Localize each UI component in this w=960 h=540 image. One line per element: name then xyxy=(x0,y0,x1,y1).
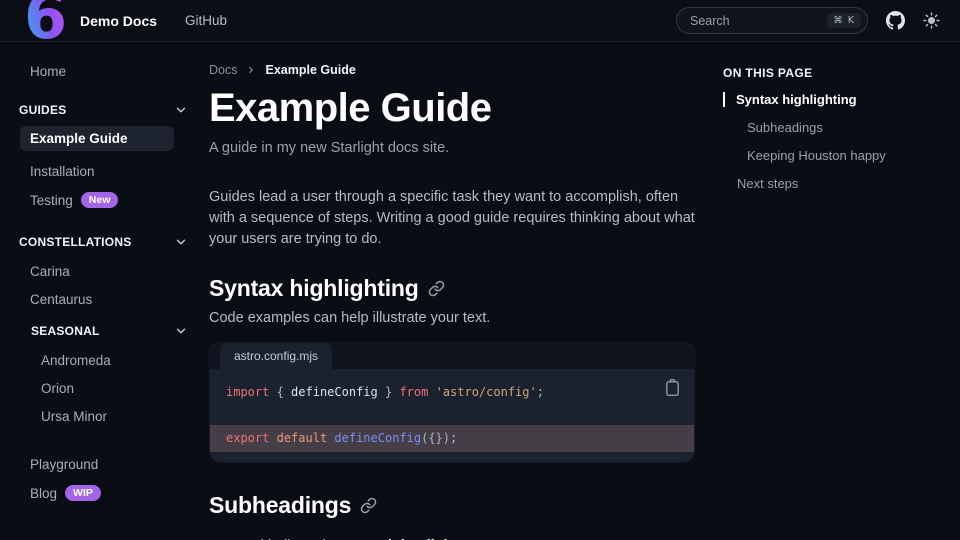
anchor-link-icon[interactable] xyxy=(360,497,377,514)
breadcrumb-docs-link[interactable]: Docs xyxy=(209,63,237,77)
sidebar-group-guides[interactable]: GUIDES xyxy=(19,103,188,117)
subheadings-heading: Subheadings xyxy=(209,492,351,519)
github-icon[interactable] xyxy=(886,11,905,30)
code-token xyxy=(428,385,435,399)
intro-paragraph: Guides lead a user through a specific ta… xyxy=(209,187,695,250)
breadcrumb-current: Example Guide xyxy=(265,63,355,77)
clipboard-icon xyxy=(664,378,681,397)
sidebar-group-constellations-label: CONSTELLATIONS xyxy=(19,235,131,249)
sidebar-group-guides-label: GUIDES xyxy=(19,103,66,117)
sidebar-item-testing-label: Testing xyxy=(30,193,73,208)
code-token: defineConfig xyxy=(334,431,421,445)
page-title: Example Guide xyxy=(209,86,695,131)
syntax-section-body: Code examples can help illustrate your t… xyxy=(209,310,695,326)
sidebar-item-example-guide[interactable]: Example Guide xyxy=(20,126,174,151)
sidebar-item-blog-label: Blog xyxy=(30,486,57,501)
toc-item-next-steps[interactable]: Next steps xyxy=(723,176,953,191)
main-content: Docs Example Guide Example Guide A guide… xyxy=(209,42,695,540)
code-panel: import { defineConfig } from 'astro/conf… xyxy=(210,369,694,462)
toc-item-syntax-highlighting[interactable]: Syntax highlighting xyxy=(723,92,953,107)
site-header: 6 Demo Docs GitHub Search ⌘ K xyxy=(0,0,960,42)
code-tab-filename[interactable]: astro.config.mjs xyxy=(220,343,332,369)
chevron-down-icon xyxy=(174,324,188,338)
syntax-highlighting-heading-row: Syntax highlighting xyxy=(209,275,695,302)
sidebar-item-playground[interactable]: Playground xyxy=(30,457,188,472)
sidebar-item-installation[interactable]: Installation xyxy=(30,164,188,179)
code-token: import xyxy=(226,385,269,399)
search-placeholder: Search xyxy=(690,14,819,28)
sidebar-item-centaurus[interactable]: Centaurus xyxy=(30,292,188,307)
left-sidebar: Home GUIDES Example Guide Installation T… xyxy=(0,42,200,540)
toc-item-keeping-houston-happy[interactable]: Keeping Houston happy xyxy=(723,148,953,163)
code-tab-bar: astro.config.mjs xyxy=(210,343,694,369)
subheadings-heading-row: Subheadings xyxy=(209,492,695,519)
syntax-highlighting-heading: Syntax highlighting xyxy=(209,275,419,302)
chevron-down-icon xyxy=(174,103,188,117)
code-token: export xyxy=(226,431,269,445)
code-token: defineConfig xyxy=(291,385,378,399)
code-line-2 xyxy=(210,403,694,421)
chevron-down-icon xyxy=(174,235,188,249)
new-badge: New xyxy=(81,192,119,208)
sidebar-item-blog[interactable]: Blog WIP xyxy=(30,485,188,501)
toc-item-subheadings[interactable]: Subheadings xyxy=(723,120,953,135)
sidebar-item-orion[interactable]: Orion xyxy=(41,381,188,396)
sidebar-item-carina[interactable]: Carina xyxy=(30,264,188,279)
sidebar-item-testing[interactable]: Testing New xyxy=(30,192,188,208)
chevron-right-icon xyxy=(246,65,256,75)
on-this-page-toc: ON THIS PAGE Syntax highlighting Subhead… xyxy=(723,42,953,191)
code-token xyxy=(269,431,276,445)
search-shortcut-kbd: ⌘ K xyxy=(827,13,861,28)
site-title[interactable]: Demo Docs xyxy=(80,13,157,29)
search-input[interactable]: Search ⌘ K xyxy=(676,7,868,34)
code-block: astro.config.mjs import { defineConfig }… xyxy=(209,342,695,463)
code-token: ({}); xyxy=(421,431,457,445)
code-line-3-highlighted: export default defineConfig({}); xyxy=(210,425,694,452)
sidebar-group-seasonal-label: SEASONAL xyxy=(31,324,100,338)
code-line-1: import { defineConfig } from 'astro/conf… xyxy=(210,381,694,403)
wip-badge: WIP xyxy=(65,485,101,501)
breadcrumb: Docs Example Guide xyxy=(209,63,695,77)
sidebar-item-ursa-minor[interactable]: Ursa Minor xyxy=(41,409,188,424)
code-token: 'astro/config' xyxy=(436,385,537,399)
copy-code-button[interactable] xyxy=(664,378,681,397)
site-logo: 6 xyxy=(24,0,67,48)
code-token: } xyxy=(378,385,400,399)
code-token: from xyxy=(399,385,428,399)
code-token: { xyxy=(269,385,291,399)
code-token: default xyxy=(277,431,328,445)
sidebar-group-constellations[interactable]: CONSTELLATIONS xyxy=(19,235,188,249)
code-token: ; xyxy=(537,385,544,399)
page-subtitle: A guide in my new Starlight docs site. xyxy=(209,140,695,156)
sidebar-item-home[interactable]: Home xyxy=(30,64,188,79)
sidebar-item-andromeda[interactable]: Andromeda xyxy=(41,353,188,368)
toc-label: ON THIS PAGE xyxy=(723,66,953,80)
anchor-link-icon[interactable] xyxy=(428,280,445,297)
sidebar-group-seasonal[interactable]: SEASONAL xyxy=(31,324,188,338)
nav-link-github[interactable]: GitHub xyxy=(185,13,227,28)
theme-toggle-sun-icon[interactable] xyxy=(923,12,940,29)
